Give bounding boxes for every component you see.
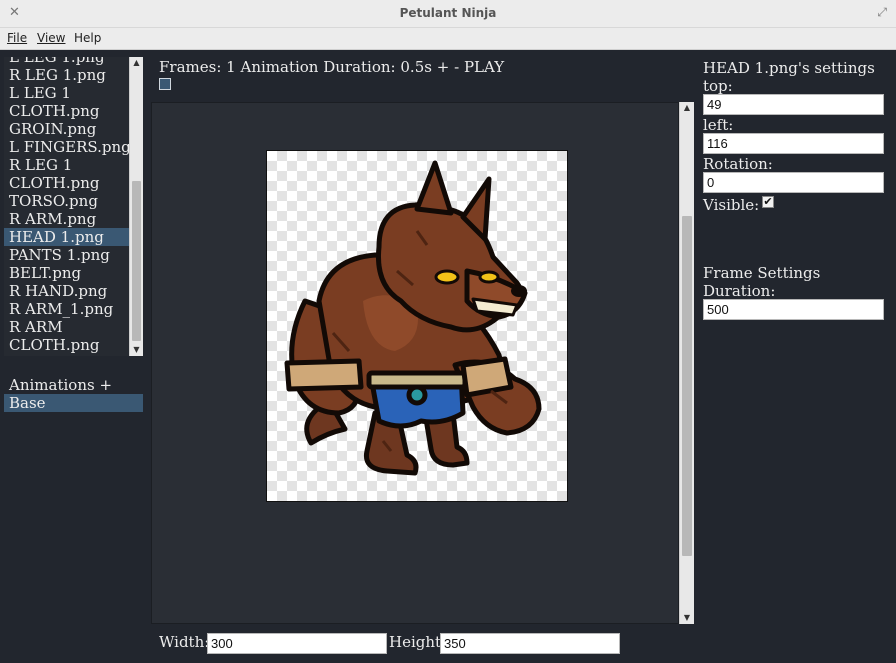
width-label: Width: <box>159 633 210 651</box>
add-animation-button[interactable]: + <box>99 376 112 394</box>
height-label: Height: <box>389 633 447 651</box>
height-input[interactable] <box>440 633 620 654</box>
frames-toolbar: Frames: 1 Animation Duration: 0.5s + - P… <box>159 58 504 76</box>
part-item[interactable]: PANTS 1.png <box>4 246 130 264</box>
animation-item[interactable]: Base <box>4 394 143 412</box>
visible-checkbox[interactable]: ✔ <box>762 196 774 208</box>
scroll-down-icon[interactable]: ▼ <box>130 344 143 356</box>
parts-list[interactable]: L LEG 1.png R LEG 1.png L LEG 1 CLOTH.pn… <box>4 57 143 356</box>
play-button[interactable]: PLAY <box>464 58 504 76</box>
part-item[interactable]: L LEG 1.png <box>4 57 130 66</box>
scroll-up-icon[interactable]: ▲ <box>130 57 143 69</box>
parts-scrollbar-thumb[interactable] <box>132 181 141 341</box>
part-item[interactable]: R ARM <box>4 318 130 336</box>
part-item[interactable]: CLOTH.png <box>4 336 130 354</box>
part-item[interactable]: R ARM_1.png <box>4 300 130 318</box>
menu-help-label: Help <box>74 31 102 45</box>
menu-help[interactable]: Help <box>74 31 101 45</box>
left-input[interactable] <box>703 133 884 154</box>
check-icon: ✔ <box>763 195 773 208</box>
part-item[interactable]: R LEG 1.png <box>4 66 130 84</box>
rotation-label: Rotation: <box>703 155 773 173</box>
part-item[interactable]: CLOTH.png <box>4 174 130 192</box>
part-item[interactable]: L LEG 1 <box>4 84 130 102</box>
canvas-stage[interactable] <box>151 102 679 624</box>
menu-file-label: File <box>7 31 28 45</box>
frame-settings-title: Frame Settings <box>703 264 821 282</box>
maximize-icon[interactable]: ⤢ <box>877 5 887 20</box>
part-settings-title: HEAD 1.png's settings <box>703 59 875 77</box>
remove-frame-button[interactable]: - <box>454 58 459 76</box>
sprite-canvas[interactable] <box>266 150 568 502</box>
animations-header: Animations + <box>9 376 112 394</box>
top-label: top: <box>703 77 733 95</box>
left-label: left: <box>703 116 734 134</box>
scroll-down-icon[interactable]: ▼ <box>680 612 694 624</box>
parts-scrollbar[interactable]: ▲ ▼ <box>129 57 143 356</box>
menu-file[interactable]: File <box>7 31 27 45</box>
frame-thumbnail[interactable] <box>159 78 171 90</box>
top-input[interactable] <box>703 94 884 115</box>
duration-label: Animation Duration: <box>240 58 396 76</box>
werewolf-sprite <box>284 160 542 476</box>
frames-label: Frames: <box>159 58 222 76</box>
part-item[interactable]: BELT.png <box>4 264 130 282</box>
window-title: Petulant Ninja <box>399 6 497 20</box>
frame-duration-label: Duration: <box>703 282 776 300</box>
part-item[interactable]: GROIN.png <box>4 120 130 138</box>
frames-count: 1 <box>226 58 236 76</box>
width-input[interactable] <box>207 633 387 654</box>
stage-scrollbar-thumb[interactable] <box>682 216 692 556</box>
animation-duration: 0.5s <box>400 58 432 76</box>
parts-list-items: L LEG 1.png R LEG 1.png L LEG 1 CLOTH.pn… <box>4 57 131 354</box>
menu-view-label: View <box>37 31 66 45</box>
part-item[interactable]: TORSO.png <box>4 192 130 210</box>
add-frame-button[interactable]: + <box>437 58 450 76</box>
rotation-input[interactable] <box>703 172 884 193</box>
menu-view[interactable]: View <box>37 31 65 45</box>
part-item-selected[interactable]: HEAD 1.png <box>4 228 130 246</box>
part-item[interactable]: R HAND.png <box>4 282 130 300</box>
part-item[interactable]: R ARM.png <box>4 210 130 228</box>
title-bar: ✕ Petulant Ninja ⤢ <box>0 0 896 28</box>
part-item[interactable]: L FINGERS.png <box>4 138 131 156</box>
scroll-up-icon[interactable]: ▲ <box>680 102 694 114</box>
visible-label: Visible: <box>703 196 760 214</box>
part-item[interactable]: CLOTH.png <box>4 102 130 120</box>
stage-scrollbar[interactable]: ▲ ▼ <box>679 102 694 624</box>
menu-bar: File View Help <box>0 28 896 50</box>
animations-label: Animations <box>9 376 95 394</box>
frame-duration-input[interactable] <box>703 299 884 320</box>
part-item[interactable]: R LEG 1 <box>4 156 130 174</box>
